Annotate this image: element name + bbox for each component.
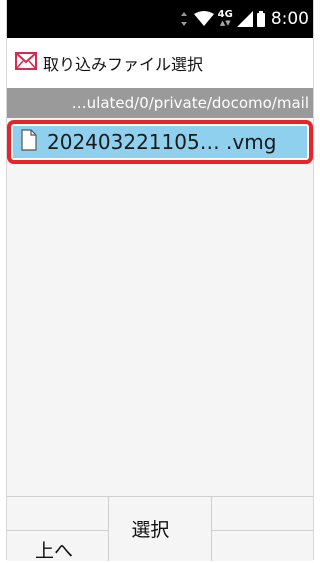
file-name: 202403221105… .vmg — [47, 130, 277, 154]
battery-icon — [256, 11, 265, 27]
file-row-selection[interactable]: 202403221105… .vmg — [13, 126, 307, 158]
data-arrows-icon — [180, 11, 188, 27]
status-time: 8:00 — [270, 9, 309, 29]
page-title: 取り込みファイル選択 — [43, 55, 204, 74]
file-list-item[interactable]: 202403221105… .vmg — [7, 120, 313, 164]
softkey-divider — [7, 530, 109, 531]
path-bar: …ulated/0/private/docomo/mail — [7, 88, 313, 118]
phone-screen: 4G ▲▼ 8:00 取り込みファイル選択 …ulated/0/private/… — [6, 0, 314, 562]
softkey-left[interactable]: 上へ — [7, 497, 110, 562]
network-arrows-icon: ▲▼ — [219, 19, 231, 27]
up-button-label: 上へ — [35, 540, 74, 562]
file-icon — [21, 129, 37, 155]
softkey-divider — [211, 530, 313, 531]
signal-icon — [236, 11, 253, 27]
softkey-right[interactable] — [211, 497, 313, 561]
file-list: 202403221105… .vmg — [7, 118, 313, 496]
network-label: 4G — [217, 9, 233, 20]
status-bar: 4G ▲▼ 8:00 — [7, 0, 313, 38]
network-type: 4G ▲▼ — [218, 10, 233, 28]
current-path: …ulated/0/private/docomo/mail — [71, 94, 309, 112]
softkey-bar: 上へ 選択 — [7, 496, 313, 562]
wifi-icon — [193, 11, 214, 27]
softkey-center[interactable]: 選択 — [109, 497, 212, 561]
select-button-label: 選択 — [131, 519, 170, 541]
mail-envelope-icon — [15, 52, 37, 74]
title-bar: 取り込みファイル選択 — [7, 38, 313, 88]
